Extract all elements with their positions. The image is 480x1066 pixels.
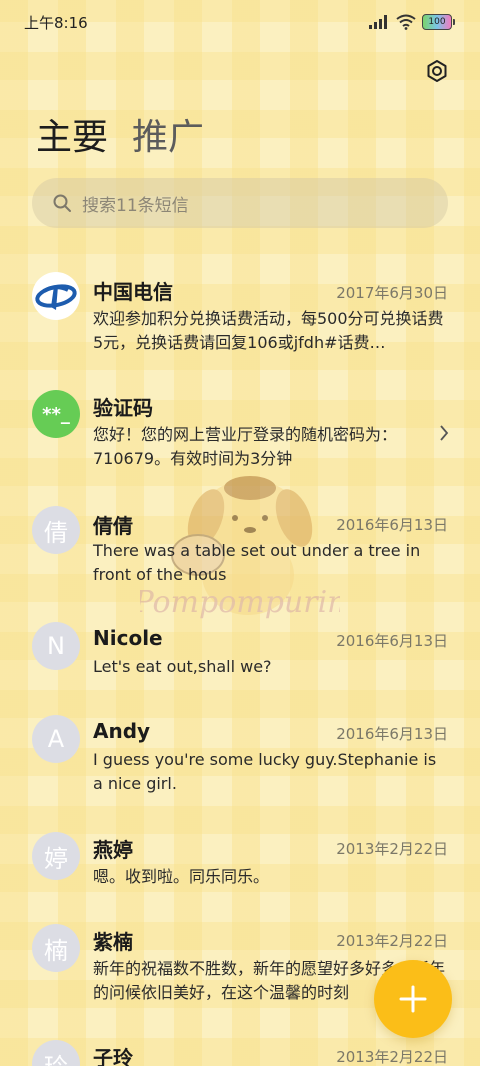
message-preview: 欢迎参加积分兑换话费活动，每500分可兑换话费5元，兑换话费请回复106或jfd… [93, 309, 444, 352]
message-preview: 您好！您的网上营业厅登录的随机密码为：710679。有效时间为3分钟 [93, 425, 398, 468]
status-icons: 100 [368, 14, 455, 30]
avatar: 玲 [32, 1040, 80, 1066]
avatar: N [32, 622, 80, 670]
message-preview: 嗯。收到啦。同乐同乐。 [93, 867, 270, 886]
telecom-logo-icon [35, 284, 77, 310]
wifi-icon [396, 14, 416, 30]
message-date: 2016年6月13日 [336, 516, 448, 534]
message-preview: Let's eat out,shall we? [93, 657, 272, 676]
status-bar: 上午8:16 100 [0, 0, 480, 44]
message-preview: I guess you're some lucky guy.Stephanie … [93, 750, 437, 793]
tab-bar: 主要 推广 [36, 108, 204, 160]
avatar: 倩 [32, 506, 80, 554]
list-item[interactable]: **_ 验证码 您好！您的网上营业厅登录的随机密码为：710679。有效时间为3… [0, 390, 480, 480]
sender-name: Andy [93, 719, 151, 743]
avatar-text: **_ [42, 403, 70, 425]
message-date: 2013年2月22日 [336, 1048, 448, 1066]
search-icon [53, 194, 71, 212]
sender-name: 燕婷 [93, 838, 133, 862]
message-date: 2017年6月30日 [336, 284, 448, 302]
chevron-right-icon[interactable] [438, 424, 450, 442]
avatar: 婷 [32, 832, 80, 880]
signal-icon [369, 15, 387, 29]
sender-name: 紫楠 [93, 930, 133, 954]
list-item[interactable]: 倩 倩倩 2016年6月13日 There was a table set ou… [0, 506, 480, 596]
avatar-text: 婷 [44, 844, 68, 873]
avatar-text: 倩 [44, 518, 68, 547]
sender-name: 子玲 [93, 1046, 133, 1066]
message-date: 2016年6月13日 [336, 725, 448, 743]
settings-icon [427, 60, 447, 82]
avatar-text: A [47, 725, 65, 753]
tab-promotions[interactable]: 推广 [132, 108, 204, 160]
search-bar[interactable]: 搜索11条短信 [32, 178, 448, 228]
new-message-button[interactable] [374, 960, 452, 1038]
sender-name: 中国电信 [93, 280, 173, 304]
search-placeholder: 搜索11条短信 [82, 195, 189, 216]
plus-icon [399, 985, 427, 1013]
message-date: 2013年2月22日 [336, 840, 448, 858]
status-time: 上午8:16 [24, 14, 88, 32]
message-date: 2016年6月13日 [336, 632, 448, 650]
list-item[interactable]: N Nicole 2016年6月13日 Let's eat out,shall … [0, 622, 480, 692]
avatar-text: 楠 [44, 936, 68, 965]
sender-name: 倩倩 [93, 514, 133, 538]
battery-icon: 100 [422, 14, 455, 30]
settings-button[interactable] [424, 58, 450, 84]
list-item[interactable]: 玲 子玲 2013年2月22日 [0, 1040, 480, 1066]
avatar: A [32, 715, 80, 763]
avatar: **_ [32, 390, 80, 438]
message-date: 2013年2月22日 [336, 932, 448, 950]
avatar: 楠 [32, 924, 80, 972]
list-item[interactable]: 中国电信 2017年6月30日 欢迎参加积分兑换话费活动，每500分可兑换话费5… [0, 272, 480, 372]
battery-level: 100 [428, 17, 446, 27]
tab-primary[interactable]: 主要 [36, 108, 108, 160]
message-preview: There was a table set out under a tree i… [93, 541, 421, 584]
sender-name: Nicole [93, 626, 163, 650]
list-item[interactable]: A Andy 2016年6月13日 I guess you're some lu… [0, 715, 480, 805]
avatar [32, 272, 80, 320]
list-item[interactable]: 婷 燕婷 2013年2月22日 嗯。收到啦。同乐同乐。 [0, 832, 480, 902]
avatar-text: N [47, 632, 65, 660]
avatar-text: 玲 [44, 1047, 68, 1066]
sender-name: 验证码 [93, 396, 153, 420]
